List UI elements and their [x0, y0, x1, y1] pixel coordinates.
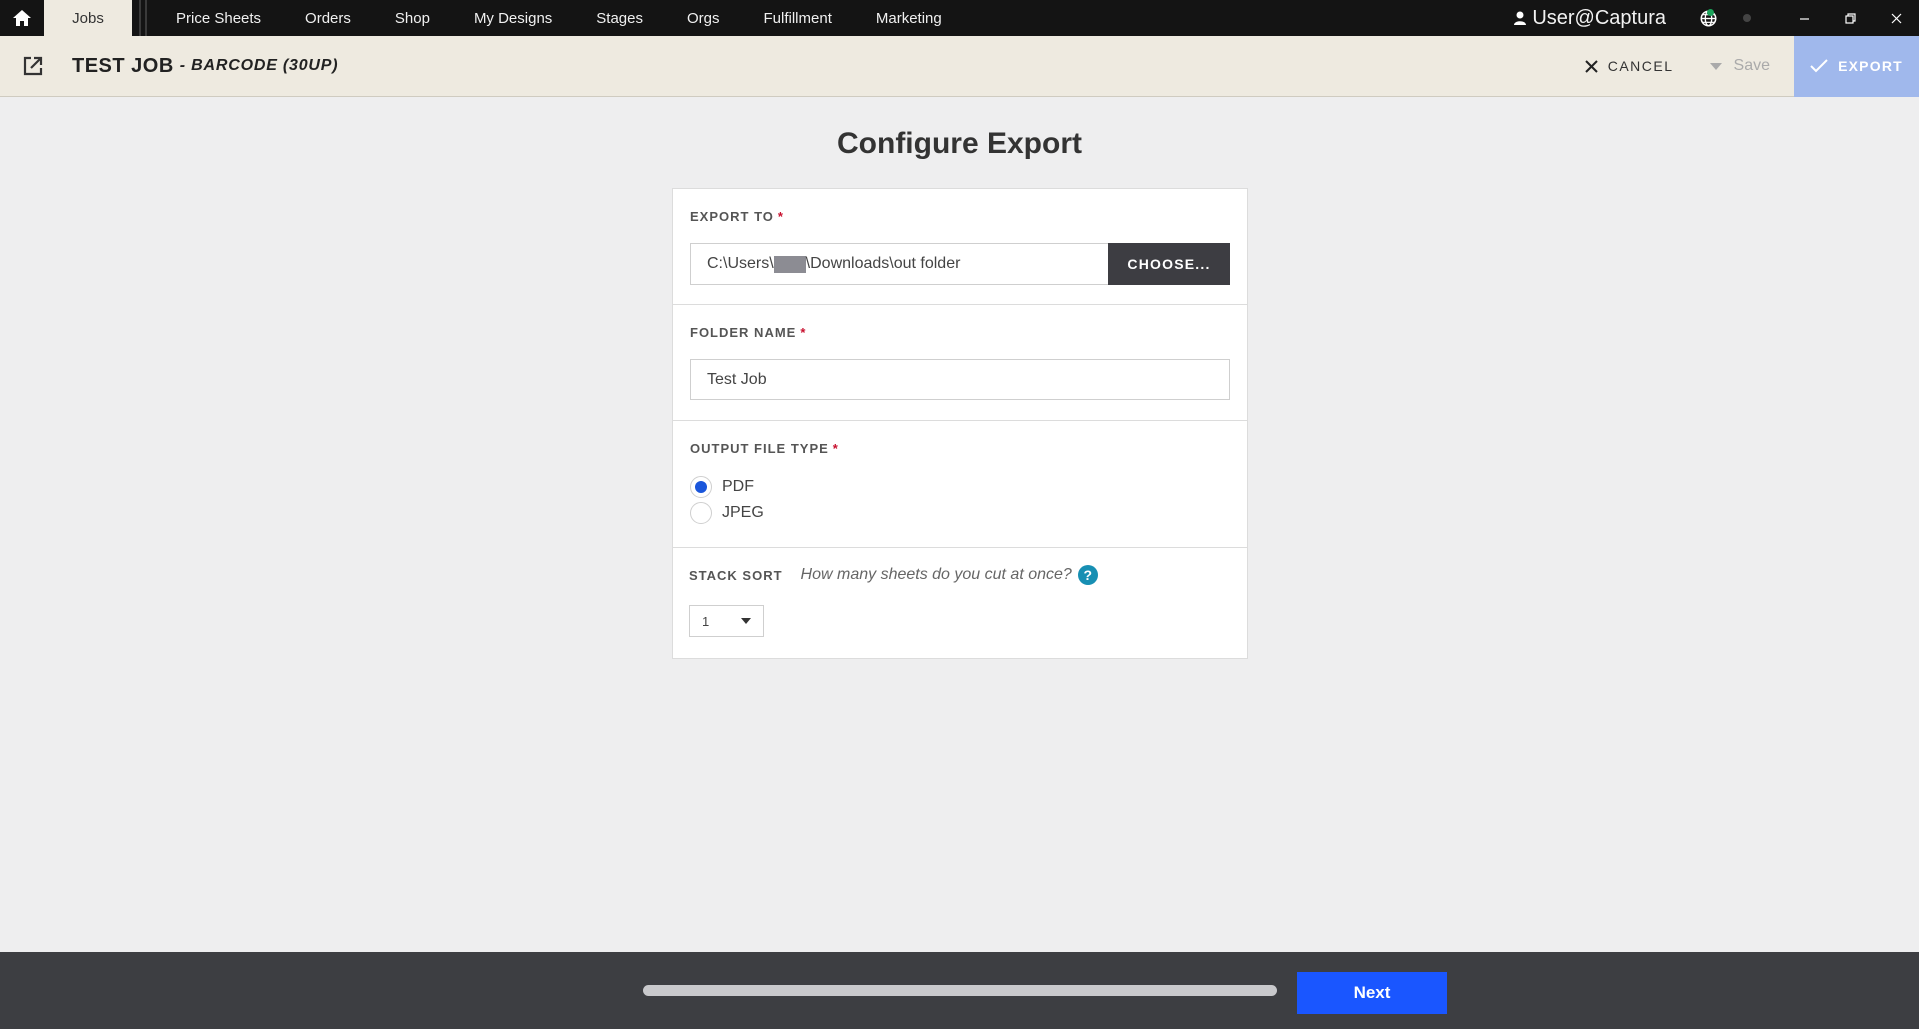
required-marker: *: [777, 209, 784, 224]
output-file-type-section: OUTPUT FILE TYPE * PDF JPEG: [673, 421, 1247, 548]
path-prefix: C:\Users\: [707, 255, 774, 272]
tab-jobs[interactable]: Jobs: [44, 0, 132, 36]
redacted-username: [773, 255, 806, 273]
radio-jpeg[interactable]: JPEG: [690, 502, 764, 524]
tab-my-designs[interactable]: My Designs: [452, 0, 574, 36]
export-path-input[interactable]: C:\Users\ \Downloads\out folder: [690, 243, 1108, 285]
indicator-dot: [1743, 14, 1751, 22]
stack-sort-value: 1: [702, 613, 710, 629]
export-button[interactable]: EXPORT: [1794, 35, 1919, 97]
output-file-type-label: OUTPUT FILE TYPE *: [690, 441, 839, 456]
restore-icon: [1844, 12, 1856, 24]
folder-name-input[interactable]: Test Job: [690, 359, 1230, 400]
radio-button-jpeg[interactable]: [690, 502, 712, 524]
top-nav-bar: Jobs Price Sheets Orders Shop My Designs…: [0, 0, 1919, 36]
folder-name-section: FOLDER NAME * Test Job: [673, 305, 1247, 421]
export-to-label: EXPORT TO *: [690, 209, 784, 224]
tab-stages[interactable]: Stages: [574, 0, 665, 36]
check-icon: [1810, 59, 1828, 73]
radio-button-pdf[interactable]: [690, 476, 712, 498]
open-external-button[interactable]: [23, 56, 59, 76]
user-icon: [1514, 11, 1527, 25]
user-menu[interactable]: User@Captura: [1514, 7, 1666, 30]
export-config-card: EXPORT TO * C:\Users\ \Downloads\out folde…: [672, 188, 1248, 659]
page-title: Configure Export: [837, 127, 1082, 160]
radio-label-jpeg: JPEG: [722, 504, 764, 521]
export-label: EXPORT: [1838, 58, 1903, 74]
job-actions: CANCEL Save EXPORT: [1585, 35, 1919, 97]
home-icon: [13, 10, 31, 26]
save-label: Save: [1733, 57, 1770, 74]
required-marker: *: [800, 325, 807, 340]
path-suffix: \Downloads\out folder: [805, 255, 961, 272]
chevron-down-icon: [741, 618, 751, 624]
export-to-section: EXPORT TO * C:\Users\ \Downloads\out folde…: [673, 189, 1247, 305]
radio-pdf[interactable]: PDF: [690, 476, 754, 498]
tab-orders[interactable]: Orders: [283, 0, 373, 36]
stack-sort-label: STACK SORT: [689, 567, 783, 583]
stack-sort-select[interactable]: 1: [689, 605, 764, 637]
help-icon[interactable]: ?: [1077, 565, 1098, 585]
nav-divider: [132, 0, 154, 36]
tab-price-sheets[interactable]: Price Sheets: [154, 0, 283, 36]
tab-marketing[interactable]: Marketing: [854, 0, 964, 36]
job-header: TEST JOB - BARCODE (30UP) CANCEL Save EX…: [0, 35, 1919, 97]
export-path-row: C:\Users\ \Downloads\out folder CHOOSE...: [690, 243, 1230, 285]
close-window-button[interactable]: [1873, 0, 1919, 36]
external-link-icon: [23, 56, 43, 76]
minimize-icon: [1799, 17, 1809, 20]
progress-bar: [643, 985, 1277, 996]
required-marker: *: [832, 441, 839, 456]
caret-down-icon: [1709, 62, 1722, 70]
user-name: User@Captura: [1532, 6, 1666, 29]
close-icon: [1585, 59, 1598, 73]
tab-orgs[interactable]: Orgs: [665, 0, 742, 36]
top-right-controls: User@Captura: [1514, 0, 1919, 36]
home-button[interactable]: [0, 0, 44, 36]
cancel-label: CANCEL: [1607, 58, 1674, 74]
job-title: TEST JOB: [72, 54, 174, 77]
stack-sort-section: STACK SORT How many sheets do you cut at…: [673, 548, 1247, 658]
stack-sort-row: STACK SORT How many sheets do you cut at…: [689, 565, 1098, 585]
save-button[interactable]: Save: [1709, 57, 1770, 75]
cancel-button[interactable]: CANCEL: [1585, 58, 1674, 74]
tab-shop[interactable]: Shop: [373, 0, 452, 36]
progress-fill: [643, 985, 1277, 996]
job-subtitle: - BARCODE (30UP): [179, 57, 339, 74]
minimize-button[interactable]: [1781, 0, 1827, 36]
folder-name-label: FOLDER NAME *: [690, 325, 807, 340]
restore-button[interactable]: [1827, 0, 1873, 36]
tab-fulfillment[interactable]: Fulfillment: [742, 0, 854, 36]
close-icon: [1891, 13, 1901, 23]
stack-sort-hint: How many sheets do you cut at once?: [800, 566, 1072, 583]
radio-label-pdf: PDF: [722, 478, 754, 495]
wizard-footer: Next: [0, 952, 1919, 1029]
choose-folder-button[interactable]: CHOOSE...: [1108, 243, 1230, 285]
next-button[interactable]: Next: [1297, 972, 1447, 1014]
